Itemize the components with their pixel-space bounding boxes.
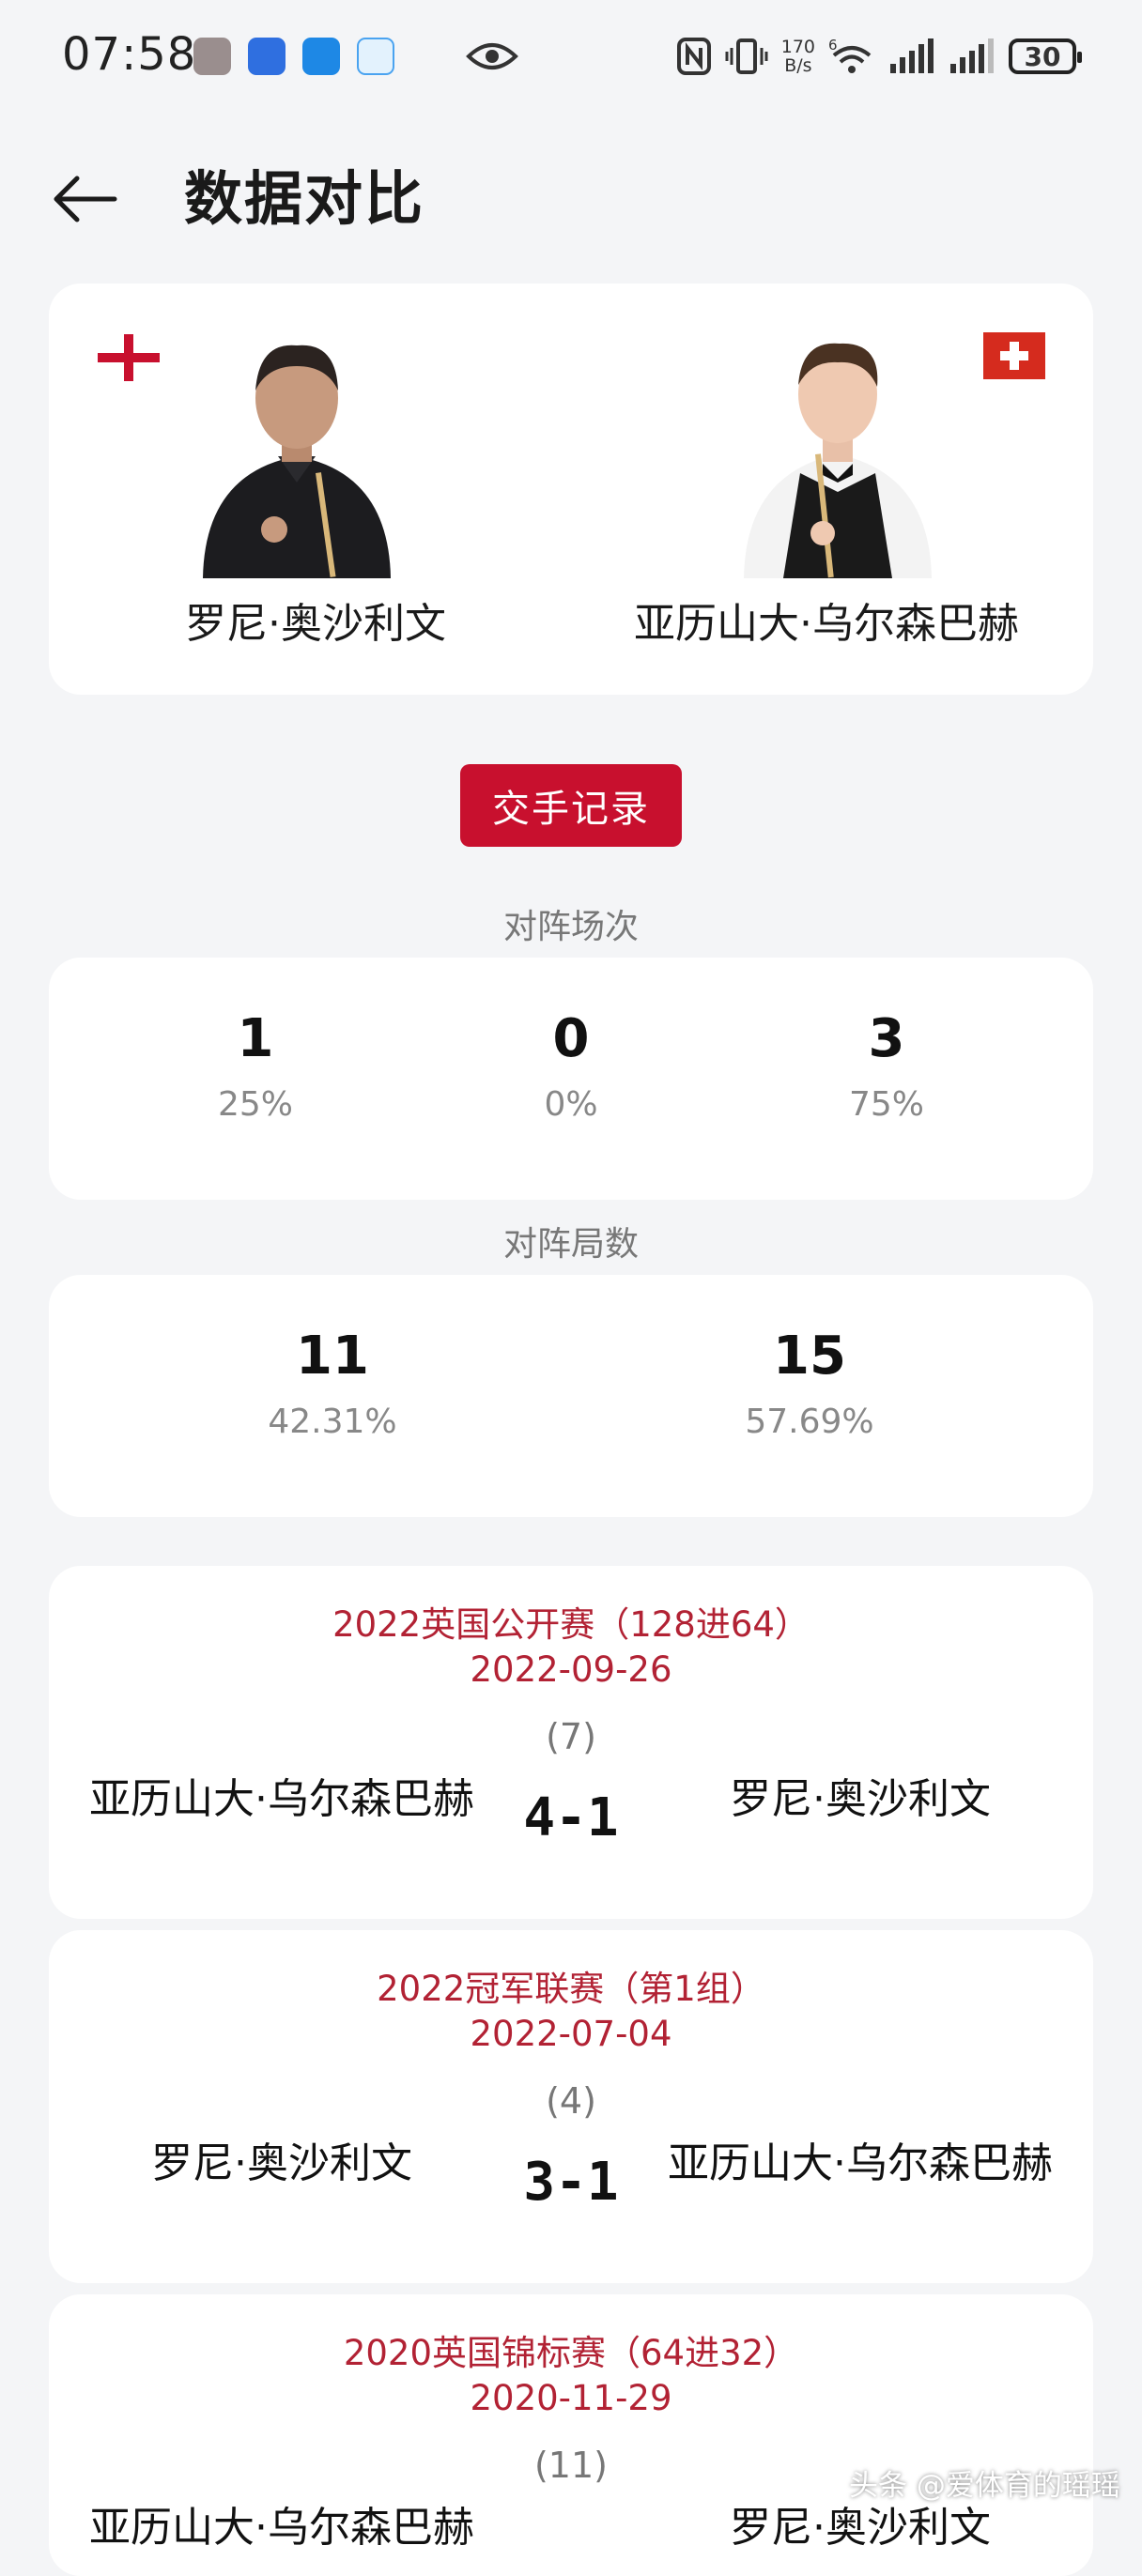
- match-player-2: 罗尼·奥沙利文: [730, 1775, 991, 1823]
- stat-percent: 42.31%: [268, 1403, 397, 1441]
- notification-app-icon: [357, 38, 394, 75]
- vibrate-icon: [725, 38, 768, 74]
- switzerland-flag-icon: [983, 332, 1045, 379]
- eye-icon: [466, 43, 518, 69]
- stat-percent: 57.69%: [745, 1403, 874, 1441]
- match-player-1: 罗尼·奥沙利文: [151, 2139, 412, 2187]
- match-event: 2020英国锦标赛（64进32）: [343, 2333, 799, 2373]
- match-frames: (7): [546, 1716, 596, 1757]
- match-player-2: 亚历山大·乌尔森巴赫: [668, 2139, 1053, 2187]
- match-date: 2022-09-26: [470, 1649, 672, 1690]
- stat-right: 3 75%: [746, 1006, 1027, 1124]
- match-date: 2022-07-04: [470, 2014, 672, 2054]
- stat-percent: 0%: [544, 1085, 598, 1124]
- status-bar: 07:58 170 B/s 6 30: [0, 0, 1142, 113]
- match-frames: (4): [546, 2080, 596, 2122]
- nfc-icon: [676, 38, 711, 75]
- watermark: 头条 @爱体育的瑶瑶: [849, 2469, 1120, 2503]
- wifi-icon: 6: [828, 37, 872, 73]
- notification-app-icon: [302, 38, 340, 75]
- player-photo-right[interactable]: [725, 332, 950, 578]
- status-time: 07:58: [62, 28, 197, 81]
- svg-text:6: 6: [828, 37, 838, 54]
- stat-value: 1: [237, 1008, 274, 1069]
- match-event: 2022冠军联赛（第1组）: [377, 1969, 765, 2009]
- england-flag-icon: [98, 334, 160, 381]
- stat-percent: 75%: [848, 1085, 924, 1124]
- matches-summary-card: 1 25% 0 0% 3 75%: [49, 958, 1093, 1200]
- player-compare-card: 罗尼·奥沙利文 亚历山大·乌尔森巴赫: [49, 284, 1093, 695]
- stat-percent: 25%: [217, 1085, 293, 1124]
- player-name-right[interactable]: 亚历山大·乌尔森巴赫: [582, 590, 1071, 650]
- stat-right: 15 57.69%: [669, 1324, 950, 1441]
- page-title: 数据对比: [184, 164, 425, 233]
- stat-value: 0: [552, 1008, 590, 1069]
- stat-value: 15: [773, 1326, 846, 1387]
- player-photo-left[interactable]: [184, 332, 409, 578]
- match-player-1: 亚历山大·乌尔森巴赫: [89, 1775, 474, 1823]
- frames-label: 对阵局数: [502, 1225, 639, 1264]
- match-card[interactable]: 2020英国锦标赛（64进32） 2020-11-29 (11) 亚历山大·乌尔…: [49, 2294, 1093, 2576]
- stat-value: 11: [296, 1326, 369, 1387]
- match-event: 2022英国公开赛（128进64）: [332, 1604, 810, 1645]
- signal-icon: [950, 38, 994, 73]
- network-speed: 170 B/s: [780, 37, 815, 76]
- frames-summary-card: 11 42.31% 15 57.69%: [49, 1275, 1093, 1517]
- status-indicators: 170 B/s 6 30: [676, 32, 1082, 81]
- stat-left: 11 42.31%: [192, 1324, 473, 1441]
- notification-app-icon: [248, 38, 286, 75]
- signal-icon: [890, 38, 934, 73]
- match-card[interactable]: 2022英国公开赛（128进64） 2022-09-26 (7) 亚历山大·乌尔…: [49, 1566, 1093, 1919]
- match-date: 2020-11-29: [470, 2378, 672, 2418]
- matches-label: 对阵场次: [502, 908, 639, 946]
- head-to-head-button[interactable]: 交手记录: [460, 764, 682, 847]
- back-arrow-icon[interactable]: [49, 161, 124, 237]
- stat-draw: 0 0%: [430, 1006, 712, 1124]
- player-name-left[interactable]: 罗尼·奥沙利文: [71, 590, 560, 650]
- match-player-1: 亚历山大·乌尔森巴赫: [89, 2504, 474, 2552]
- stat-value: 3: [868, 1008, 905, 1069]
- stat-left: 1 25%: [115, 1006, 396, 1124]
- notification-app-icon: [193, 38, 231, 75]
- battery-icon: 30: [1009, 38, 1082, 74]
- match-card[interactable]: 2022冠军联赛（第1组） 2022-07-04 (4) 罗尼·奥沙利文 3-1…: [49, 1930, 1093, 2283]
